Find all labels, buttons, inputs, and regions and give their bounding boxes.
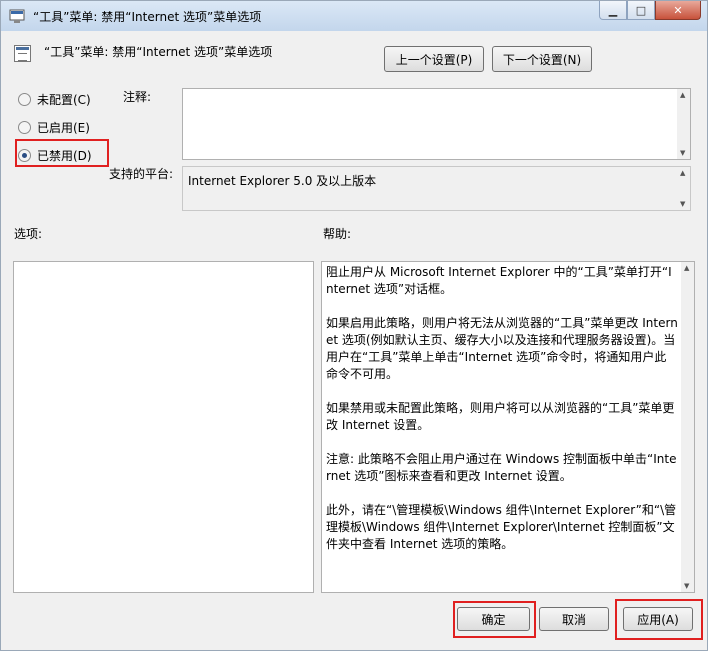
radio-enabled-label: 已启用(E) xyxy=(37,121,90,135)
maximize-icon: □ xyxy=(635,3,647,17)
minimize-icon: ▁ xyxy=(608,3,618,17)
help-text: 阻止用户从 Microsoft Internet Explorer 中的“工具”… xyxy=(326,264,678,570)
comment-value xyxy=(183,89,690,95)
setting-title: “工具”菜单: 禁用“Internet 选项”菜单选项 xyxy=(44,45,273,59)
comment-textarea[interactable]: ▲ ▼ xyxy=(182,88,691,160)
cancel-button[interactable]: 取消 xyxy=(539,607,609,631)
platform-label: 支持的平台: xyxy=(109,167,174,181)
scroll-down-icon[interactable]: ▼ xyxy=(680,149,685,157)
help-panel: 阻止用户从 Microsoft Internet Explorer 中的“工具”… xyxy=(321,261,695,593)
platform-field: Internet Explorer 5.0 及以上版本 ▲ ▼ xyxy=(182,166,691,211)
radio-enabled-indicator xyxy=(18,121,31,134)
scroll-down-icon[interactable]: ▼ xyxy=(680,200,685,208)
radio-enabled[interactable]: 已启用(E) xyxy=(18,119,90,136)
highlight-apply xyxy=(615,599,703,640)
window-title: “工具”菜单: 禁用“Internet 选项”菜单选项 xyxy=(33,10,262,24)
minimize-button[interactable]: ▁ xyxy=(599,1,627,20)
help-paragraph: 如果启用此策略，则用户将无法从浏览器的“工具”菜单更改 Internet 选项(… xyxy=(326,316,678,381)
comment-label: 注释: xyxy=(123,90,152,104)
comment-scrollbar[interactable]: ▲ ▼ xyxy=(677,89,690,159)
highlight-ok xyxy=(453,601,536,638)
help-label: 帮助: xyxy=(323,227,352,241)
radio-not-configured[interactable]: 未配置(C) xyxy=(18,91,91,108)
close-button[interactable]: ✕ xyxy=(655,1,701,20)
title-bar[interactable]: “工具”菜单: 禁用“Internet 选项”菜单选项 ▁ □ ✕ xyxy=(1,1,707,31)
previous-setting-button[interactable]: 上一个设置(P) xyxy=(384,46,484,72)
policy-window: “工具”菜单: 禁用“Internet 选项”菜单选项 ▁ □ ✕ “工具”菜单… xyxy=(0,0,708,651)
maximize-button[interactable]: □ xyxy=(627,1,655,20)
options-label: 选项: xyxy=(14,227,43,241)
scroll-up-icon[interactable]: ▲ xyxy=(684,264,689,272)
radio-not-configured-label: 未配置(C) xyxy=(37,93,91,107)
help-scrollbar[interactable]: ▲ ▼ xyxy=(681,262,694,592)
help-paragraph: 如果禁用或未配置此策略，则用户将可以从浏览器的“工具”菜单更改 Internet… xyxy=(326,401,675,432)
scroll-up-icon[interactable]: ▲ xyxy=(680,169,685,177)
policy-app-icon xyxy=(9,8,25,24)
next-setting-button[interactable]: 下一个设置(N) xyxy=(492,46,592,72)
platform-scrollbar[interactable]: ▲ ▼ xyxy=(677,167,690,210)
policy-setting-icon xyxy=(14,45,31,62)
scroll-up-icon[interactable]: ▲ xyxy=(680,91,685,99)
radio-not-configured-indicator xyxy=(18,93,31,106)
close-icon: ✕ xyxy=(673,3,683,17)
scroll-down-icon[interactable]: ▼ xyxy=(684,582,689,590)
help-paragraph: 阻止用户从 Microsoft Internet Explorer 中的“工具”… xyxy=(326,265,672,296)
help-paragraph: 此外，请在“\管理模板\Windows 组件\Internet Explorer… xyxy=(326,503,677,551)
help-paragraph: 注意: 此策略不会阻止用户通过在 Windows 控制面板中单击“Interne… xyxy=(326,452,677,483)
highlight-disabled xyxy=(15,139,109,167)
options-panel xyxy=(13,261,314,593)
platform-value: Internet Explorer 5.0 及以上版本 xyxy=(188,174,377,188)
